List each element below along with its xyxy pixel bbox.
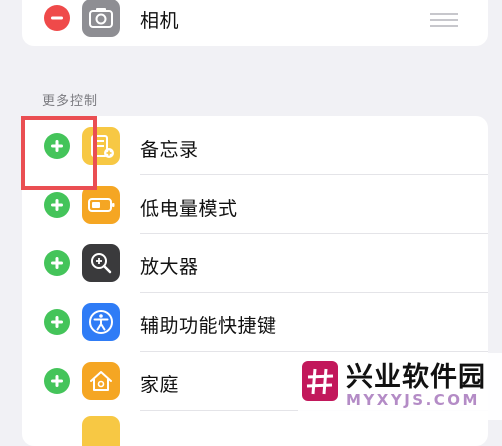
accessibility-icon <box>82 303 120 341</box>
watermark-name: 兴业软件园 <box>346 362 486 393</box>
camera-icon <box>82 0 120 37</box>
control-label: 辅助功能快捷键 <box>140 315 277 337</box>
reorder-handle-icon[interactable] <box>430 13 458 27</box>
add-control-button[interactable] <box>44 368 70 394</box>
watermark: 兴业软件园 MYXYJS.COM <box>298 353 502 420</box>
partial-app-icon <box>82 416 120 446</box>
plus-icon <box>51 199 63 211</box>
control-label: 家庭 <box>140 374 180 396</box>
remove-control-button[interactable] <box>44 5 70 31</box>
add-control-button[interactable] <box>44 192 70 218</box>
add-control-button[interactable] <box>44 250 70 276</box>
control-label: 放大器 <box>140 256 199 278</box>
plus-icon <box>51 257 63 269</box>
plus-icon <box>51 316 63 328</box>
watermark-url: MYXYJS.COM <box>346 391 480 409</box>
control-row-magnifier: 放大器 <box>22 234 488 292</box>
control-row-accessibility: 辅助功能快捷键 <box>22 293 488 351</box>
control-row-camera: 相机 <box>22 0 488 44</box>
section-header-more-controls: 更多控制 <box>42 94 99 109</box>
control-label: 备忘录 <box>140 139 199 161</box>
control-label: 低电量模式 <box>140 198 238 220</box>
included-controls-card: 相机 <box>22 0 488 46</box>
low-power-battery-icon <box>82 186 120 224</box>
control-label: 相机 <box>140 10 180 32</box>
watermark-logo-icon <box>302 361 338 401</box>
minus-icon <box>51 16 63 20</box>
home-icon <box>82 362 120 400</box>
highlight-box <box>21 116 97 190</box>
add-control-button[interactable] <box>44 309 70 335</box>
plus-icon <box>51 375 63 387</box>
magnifier-icon <box>82 244 120 282</box>
